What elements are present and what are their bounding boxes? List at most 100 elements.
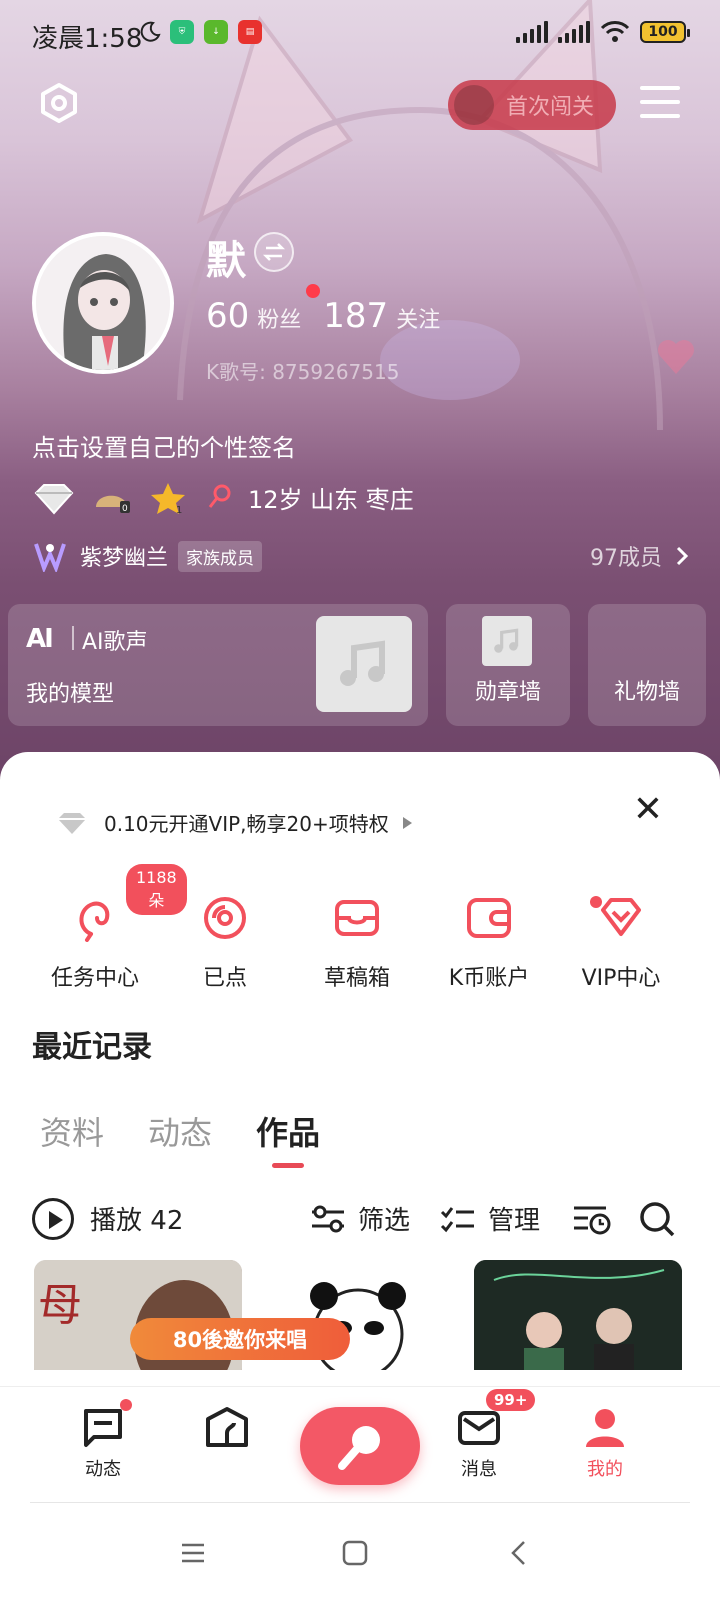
shortcut-label: 任务中心 bbox=[50, 966, 139, 991]
challenge-badge-icon bbox=[454, 85, 494, 125]
family-member-count: 97成员 bbox=[590, 546, 662, 571]
follow-stats: 60 粉丝 187 关注 bbox=[206, 296, 462, 336]
microphone-icon bbox=[338, 1426, 380, 1470]
shortcut-kcoin-account[interactable]: K币账户 bbox=[424, 864, 554, 992]
home-button-icon[interactable] bbox=[342, 1540, 368, 1566]
family-name: 紫梦幽兰 bbox=[80, 546, 169, 571]
work-cover-image bbox=[474, 1260, 682, 1370]
username: 默 bbox=[206, 238, 246, 284]
duet-invite-banner[interactable]: 80後邀你来唱 bbox=[130, 1318, 350, 1360]
home-icon bbox=[204, 1405, 250, 1449]
wallet-icon bbox=[467, 898, 511, 938]
play-all-icon[interactable] bbox=[32, 1198, 74, 1240]
crown-level-icon[interactable]: 0 bbox=[90, 481, 134, 515]
nav-home[interactable] bbox=[182, 1405, 272, 1449]
shortcut-vip-center[interactable]: VIP中心 bbox=[556, 864, 686, 992]
bottom-navigation: 动态 99+ 消息 我的 bbox=[0, 1386, 720, 1502]
status-bar: 凌晨1:58 ⛨ ↓ ▤ 100 bbox=[0, 0, 720, 70]
clock: 凌晨1:58 bbox=[32, 24, 143, 54]
shortcut-drafts[interactable]: 草稿箱 bbox=[292, 864, 422, 992]
tab-feed[interactable]: 动态 bbox=[148, 1108, 212, 1154]
vip-notification-dot bbox=[590, 896, 602, 908]
svg-text:母: 母 bbox=[38, 1280, 82, 1331]
nav-messages[interactable]: 99+ 消息 bbox=[434, 1389, 536, 1481]
first-challenge-button[interactable]: 首次闯关 bbox=[448, 80, 616, 130]
female-gender-icon bbox=[208, 484, 231, 508]
avatar-image bbox=[36, 236, 170, 370]
following-count[interactable]: 187 bbox=[323, 296, 388, 336]
back-icon[interactable] bbox=[506, 1540, 532, 1566]
medal-wall-label: 勋章墙 bbox=[474, 680, 541, 705]
music-note-icon bbox=[340, 640, 385, 686]
svg-text:0: 0 bbox=[122, 504, 128, 514]
system-navigation bbox=[0, 1504, 720, 1600]
history-sort-icon[interactable] bbox=[572, 1202, 612, 1236]
menu-icon[interactable] bbox=[640, 86, 680, 120]
work-thumbnail[interactable] bbox=[474, 1260, 682, 1370]
ai-voice-title: AI歌声 bbox=[82, 630, 148, 655]
play-label: 播放 bbox=[90, 1206, 143, 1236]
chevron-right-icon bbox=[676, 546, 689, 566]
shortcut-label: 草稿箱 bbox=[323, 966, 390, 991]
wifi-icon bbox=[600, 21, 630, 42]
messages-badge: 99+ bbox=[486, 1389, 536, 1411]
model-thumbnail bbox=[316, 616, 412, 712]
play-all-label[interactable]: 播放 42 bbox=[90, 1200, 183, 1237]
tab-profile[interactable]: 资料 bbox=[40, 1108, 104, 1154]
manage-button[interactable]: 管理 bbox=[440, 1200, 540, 1237]
shortcut-grid: 1188朵 任务中心 已点 草稿箱 K币账户 VIP中心 bbox=[0, 864, 720, 994]
family-badge-icon bbox=[34, 543, 66, 572]
star-level-icon[interactable]: 1 bbox=[148, 481, 192, 515]
avatar[interactable] bbox=[32, 232, 174, 374]
manage-label: 管理 bbox=[488, 1206, 541, 1236]
profile-tabs: 资料 动态 作品 bbox=[40, 1108, 320, 1168]
diamond-heart-icon bbox=[601, 898, 641, 936]
tab-works[interactable]: 作品 bbox=[256, 1108, 320, 1168]
shortcut-requested[interactable]: 已点 bbox=[160, 864, 290, 992]
play-arrow-icon bbox=[402, 816, 412, 829]
gift-wall-label: 礼物墙 bbox=[613, 680, 680, 705]
feed-notification-dot bbox=[120, 1399, 132, 1411]
shield-app-icon: ⛨ bbox=[170, 20, 194, 44]
medal-wall-card[interactable]: 勋章墙 bbox=[446, 604, 570, 726]
svg-text:1: 1 bbox=[176, 505, 182, 515]
close-icon[interactable]: ✕ bbox=[628, 790, 668, 830]
signal-icon bbox=[516, 21, 548, 43]
ai-voice-card[interactable]: AI AI歌声 我的模型 bbox=[8, 604, 428, 726]
gift-wall-card[interactable]: 礼物墙 bbox=[588, 604, 706, 726]
nav-me[interactable]: 我的 bbox=[560, 1405, 650, 1481]
nav-feed[interactable]: 动态 bbox=[58, 1399, 148, 1481]
medal-thumbnail bbox=[482, 616, 532, 666]
battery-icon: 100 bbox=[640, 21, 690, 43]
vip-diamond-icon bbox=[58, 812, 86, 834]
recent-records-title[interactable]: 最近记录 bbox=[32, 1022, 152, 1066]
shortcut-task-center[interactable]: 1188朵 任务中心 bbox=[30, 864, 187, 992]
signature[interactable]: 点击设置自己的个性签名 bbox=[32, 428, 296, 463]
family-row[interactable]: 紫梦幽兰 家族成员 97成员 bbox=[32, 538, 692, 574]
search-icon[interactable] bbox=[638, 1200, 676, 1238]
fans-count[interactable]: 60 bbox=[206, 296, 249, 336]
switch-account-icon[interactable] bbox=[254, 232, 294, 272]
shortcut-label: 已点 bbox=[202, 966, 247, 991]
shortcut-label: VIP中心 bbox=[581, 966, 661, 991]
vip-promo-text: 0.10元开通VIP,畅享20+项特权 bbox=[104, 812, 389, 836]
vip-promo-banner[interactable]: 0.10元开通VIP,畅享20+项特权 bbox=[56, 808, 412, 837]
diamond-icon[interactable] bbox=[32, 481, 76, 515]
following-label[interactable]: 关注 bbox=[396, 302, 440, 334]
nav-feed-label: 动态 bbox=[85, 1459, 121, 1480]
recent-apps-icon[interactable] bbox=[180, 1540, 206, 1566]
settings-hex-icon[interactable] bbox=[38, 82, 80, 124]
play-count: 42 bbox=[150, 1206, 184, 1236]
sing-button[interactable] bbox=[300, 1407, 420, 1485]
fans-label[interactable]: 粉丝 bbox=[257, 302, 301, 334]
music-note-icon bbox=[494, 628, 519, 653]
person-icon bbox=[582, 1405, 628, 1449]
divider bbox=[30, 1502, 690, 1503]
signal-icon-2 bbox=[558, 21, 590, 43]
disc-icon bbox=[204, 897, 246, 939]
chat-bubble-icon bbox=[80, 1399, 132, 1449]
filter-button[interactable]: 筛选 bbox=[310, 1200, 410, 1237]
nav-me-label: 我的 bbox=[587, 1459, 623, 1480]
works-toolbar: 播放 42 筛选 管理 bbox=[32, 1196, 690, 1242]
nav-messages-label: 消息 bbox=[461, 1459, 497, 1480]
